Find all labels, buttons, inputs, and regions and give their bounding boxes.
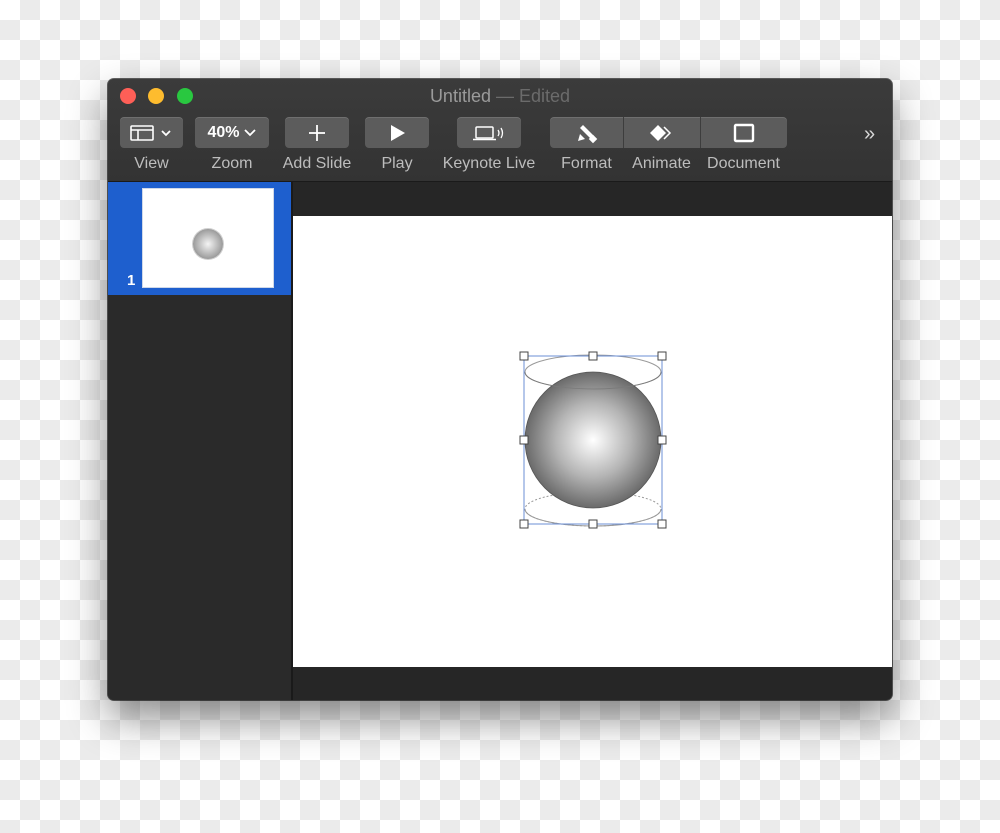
slide-shape-layer bbox=[519, 351, 667, 529]
double-chevron-right-icon[interactable]: » bbox=[864, 123, 875, 146]
view-label: View bbox=[134, 155, 169, 172]
keynote-window: Untitled — Edited View 40% Zoom Add Slid… bbox=[108, 79, 892, 700]
slide-thumbnail[interactable] bbox=[143, 189, 273, 287]
format-label: Format bbox=[561, 155, 612, 172]
play-label: Play bbox=[381, 155, 413, 172]
keynote-live-button[interactable] bbox=[457, 117, 521, 148]
slide-thumbnail-row[interactable]: 1 bbox=[108, 182, 291, 295]
document-name: Untitled bbox=[429, 86, 491, 106]
view-button[interactable] bbox=[120, 117, 183, 148]
resize-handle[interactable] bbox=[657, 519, 667, 529]
document-button[interactable] bbox=[700, 117, 787, 148]
document-label: Document bbox=[707, 155, 780, 172]
zoom-label: Zoom bbox=[211, 155, 253, 172]
diamond-animate-icon bbox=[650, 124, 672, 141]
slide-navigator: 1 bbox=[108, 182, 293, 700]
play-button[interactable] bbox=[365, 117, 429, 148]
sphere-shape[interactable] bbox=[524, 354, 662, 527]
animate-label: Animate bbox=[632, 155, 691, 172]
slide-number: 1 bbox=[127, 272, 136, 289]
chevron-down-icon bbox=[243, 128, 256, 136]
zoom-value: 40% bbox=[207, 123, 240, 141]
add-slide-label: Add Slide bbox=[282, 155, 352, 172]
resize-handle[interactable] bbox=[519, 519, 529, 529]
document-square-icon bbox=[733, 123, 755, 142]
paintbrush-icon bbox=[577, 124, 597, 143]
resize-handle[interactable] bbox=[588, 519, 598, 529]
animate-button[interactable] bbox=[623, 117, 700, 148]
title-toolbar: Untitled — Edited View 40% Zoom Add Slid… bbox=[108, 79, 892, 182]
slide-canvas[interactable] bbox=[293, 216, 892, 667]
resize-handle[interactable] bbox=[519, 351, 529, 361]
document-status: Edited bbox=[519, 86, 571, 106]
add-slide-button[interactable] bbox=[285, 117, 349, 148]
window-title: Untitled — Edited bbox=[108, 86, 892, 107]
format-button[interactable] bbox=[550, 117, 623, 148]
title-separator: — bbox=[495, 86, 514, 106]
chevron-down-icon bbox=[160, 129, 171, 136]
slide-canvas-area bbox=[293, 182, 892, 700]
zoom-popup[interactable]: 40% bbox=[195, 117, 269, 148]
thumbnail-sphere bbox=[193, 229, 223, 259]
resize-handle[interactable] bbox=[657, 435, 667, 445]
resize-handle[interactable] bbox=[657, 351, 667, 361]
keynote-live-label: Keynote Live bbox=[442, 155, 536, 172]
resize-handle[interactable] bbox=[519, 435, 529, 445]
sidebar-layout-icon bbox=[129, 124, 171, 141]
resize-handle[interactable] bbox=[588, 351, 598, 361]
play-icon bbox=[391, 124, 405, 141]
plus-icon bbox=[309, 124, 325, 141]
inspector-button-group bbox=[550, 117, 787, 148]
laptop-broadcast-icon bbox=[473, 125, 504, 140]
